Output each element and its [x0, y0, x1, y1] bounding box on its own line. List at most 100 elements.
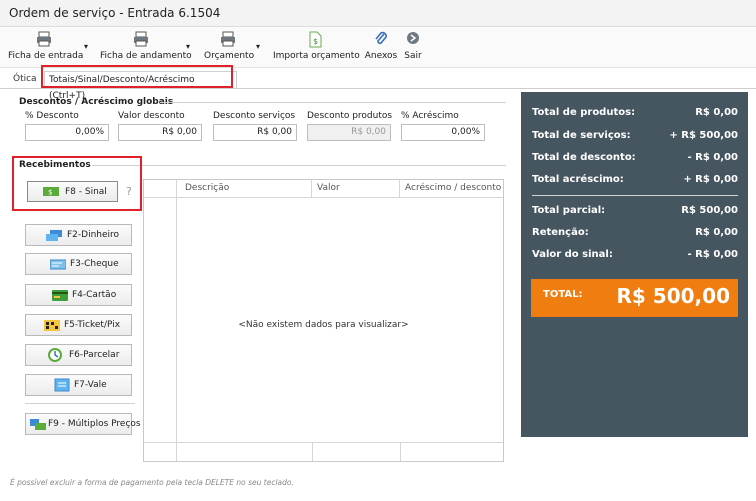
highlight-box: [41, 65, 233, 88]
printer-icon: [134, 31, 148, 47]
group-divider: [92, 165, 506, 166]
total-desconto-value: - R$ 0,00: [687, 152, 738, 163]
desconto-servicos-field[interactable]: R$ 0,00: [213, 124, 297, 141]
total-produtos-value: R$ 0,00: [695, 107, 738, 118]
grid-footer-divider: [400, 442, 401, 461]
parcelar-label: F6-Parcelar: [69, 350, 120, 360]
money-icon: [46, 230, 62, 241]
ticket-pix-label: F5-Ticket/Pix: [64, 320, 121, 330]
chevron-down-icon[interactable]: ▾: [186, 42, 190, 51]
total-servicos-label: Total de serviços:: [532, 130, 631, 141]
desconto-produtos-field: R$ 0,00: [307, 124, 391, 141]
chevron-down-icon[interactable]: ▾: [84, 42, 88, 51]
vale-button[interactable]: F7-Vale: [25, 374, 132, 396]
importa-orcamento-button[interactable]: $ Importa orçamento: [273, 27, 360, 67]
grid-footer-divider: [312, 442, 313, 461]
valor-sinal-row: Valor do sinal: - R$ 0,00: [532, 249, 738, 265]
dinheiro-button[interactable]: F2-Dinheiro: [25, 224, 132, 246]
ticket-pix-button[interactable]: F5-Ticket/Pix: [25, 314, 132, 336]
qrcode-icon: [44, 320, 60, 331]
payments-grid[interactable]: Descrição Valor Acréscimo / desconto <Nã…: [143, 179, 504, 462]
credit-card-icon: [52, 290, 68, 301]
installment-icon: [48, 348, 62, 362]
sair-button[interactable]: Sair: [404, 27, 422, 67]
total-parcial-label: Total parcial:: [532, 205, 606, 216]
total-acrescimo-label: Total acréscimo:: [532, 174, 624, 185]
cartao-label: F4-Cartão: [72, 290, 117, 300]
cash-icon: $: [43, 187, 59, 197]
grand-total-value: R$ 500,00: [616, 284, 730, 308]
voucher-icon: [54, 378, 70, 392]
grid-header-valor[interactable]: Valor: [312, 180, 400, 197]
chevron-down-icon[interactable]: ▾: [256, 42, 260, 51]
sinal-button-label: F8 - Sinal: [65, 187, 107, 197]
desconto-pct-label: % Desconto: [25, 111, 79, 121]
parcelar-button[interactable]: F6-Parcelar: [25, 344, 132, 366]
cheque-button[interactable]: F3-Cheque: [25, 253, 132, 275]
grid-footer-line: [144, 442, 503, 443]
cartao-button[interactable]: F4-Cartão: [25, 284, 132, 306]
toolbar-label: Importa orçamento: [273, 51, 360, 61]
title-bar: Ordem de serviço - Entrada 6.1504: [0, 0, 756, 27]
acrescimo-pct-label: % Acréscimo: [401, 111, 459, 121]
toolbar-label: Orçamento: [204, 51, 255, 61]
desconto-servicos-label: Desconto serviços: [213, 111, 296, 121]
svg-text:$: $: [48, 189, 52, 197]
group-divider: [160, 102, 506, 103]
desconto-produtos-label: Desconto produtos: [307, 111, 393, 121]
printer-icon: [37, 31, 51, 47]
grid-header: Descrição Valor Acréscimo / desconto: [144, 180, 503, 198]
cheque-label: F3-Cheque: [70, 259, 119, 269]
multiplos-precos-button[interactable]: F9 - Múltiplos Preços: [25, 413, 141, 435]
total-desconto-row: Total de desconto: - R$ 0,00: [532, 152, 738, 168]
footer-hint: É possível excluir a forma de pagamento …: [10, 478, 294, 487]
total-servicos-value: + R$ 500,00: [669, 130, 738, 141]
tab-otica[interactable]: Ótica: [9, 71, 41, 87]
total-desconto-label: Total de desconto:: [532, 152, 636, 163]
vale-label: F7-Vale: [74, 380, 107, 390]
totals-separator: [532, 195, 738, 196]
printer-icon: [221, 31, 235, 47]
descontos-title: Descontos / Acréscimo globais: [19, 97, 174, 107]
retencao-row: Retenção: R$ 0,00: [532, 227, 738, 243]
valor-sinal-value: - R$ 0,00: [687, 249, 738, 260]
grid-header-descricao[interactable]: Descrição: [177, 180, 312, 197]
grid-empty-message: <Não existem dados para visualizar>: [238, 320, 409, 330]
ficha-entrada-button[interactable]: Ficha de entrada ▾: [8, 27, 88, 67]
toolbar: Ficha de entrada ▾ Ficha de andamento ▾ …: [0, 27, 756, 68]
window-title: Ordem de serviço - Entrada 6.1504: [9, 6, 221, 20]
anexos-button[interactable]: Anexos: [364, 27, 398, 67]
acrescimo-pct-field[interactable]: 0,00%: [401, 124, 485, 141]
total-acrescimo-value: + R$ 0,00: [683, 174, 738, 185]
divider: [25, 403, 135, 404]
retencao-label: Retenção:: [532, 227, 589, 238]
paperclip-icon: [375, 31, 387, 45]
toolbar-label: Ficha de andamento: [100, 51, 192, 61]
grid-header-acrescimo[interactable]: Acréscimo / desconto: [400, 180, 503, 197]
total-produtos-row: Total de produtos: R$ 0,00: [532, 107, 738, 123]
toolbar-label: Anexos: [364, 51, 398, 61]
svg-text:$: $: [313, 37, 318, 46]
ficha-andamento-button[interactable]: Ficha de andamento ▾: [100, 27, 192, 67]
total-parcial-row: Total parcial: R$ 500,00: [532, 205, 738, 221]
valor-sinal-label: Valor do sinal:: [532, 249, 613, 260]
valor-desconto-field[interactable]: R$ 0,00: [118, 124, 202, 141]
totals-panel: Total de produtos: R$ 0,00 Total de serv…: [521, 92, 748, 437]
orcamento-button[interactable]: Orçamento ▾: [204, 27, 260, 67]
exit-icon: [407, 32, 419, 44]
help-icon[interactable]: ?: [126, 185, 132, 198]
total-acrescimo-row: Total acréscimo: + R$ 0,00: [532, 174, 738, 190]
toolbar-label: Sair: [404, 51, 422, 61]
grand-total-label: TOTAL:: [543, 289, 583, 300]
toolbar-label: Ficha de entrada: [8, 51, 84, 61]
dinheiro-label: F2-Dinheiro: [67, 230, 120, 240]
total-parcial-value: R$ 500,00: [681, 205, 738, 216]
money-document-icon: $: [309, 31, 322, 48]
multiplos-precos-label: F9 - Múltiplos Preços: [48, 419, 141, 429]
desconto-pct-field[interactable]: 0,00%: [25, 124, 109, 141]
grand-total-box: TOTAL: R$ 500,00: [531, 279, 738, 317]
sinal-button[interactable]: $ F8 - Sinal: [27, 181, 118, 202]
multiple-payments-icon: [30, 419, 46, 430]
check-icon: [50, 259, 66, 270]
valor-desconto-label: Valor desconto: [118, 111, 185, 121]
